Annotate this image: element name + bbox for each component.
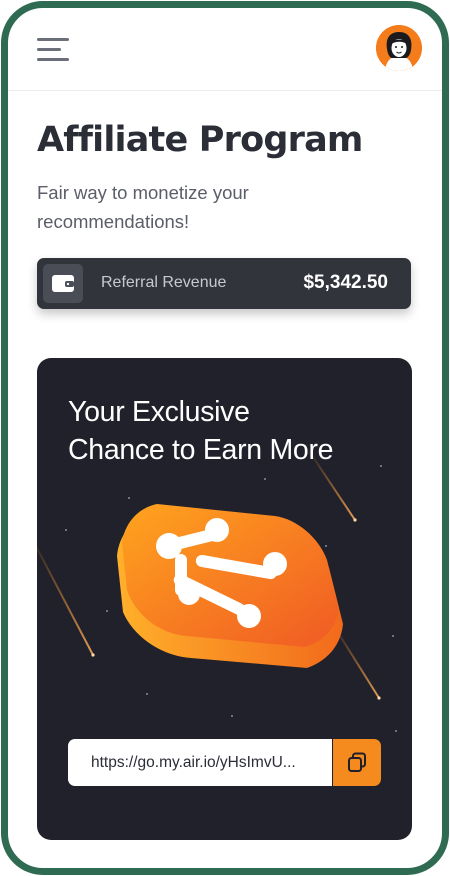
copy-link-button[interactable] — [333, 739, 381, 786]
page-subtitle: Fair way to monetize your recommendation… — [37, 182, 249, 232]
promo-title-line-1: Your Exclusive — [68, 396, 250, 428]
hamburger-menu-icon[interactable] — [37, 38, 69, 62]
copy-icon — [348, 752, 366, 772]
promo-title-line-2: Chance to Earn More — [68, 434, 334, 466]
promo-card: Your Exclusive Chance to Earn More https… — [37, 358, 412, 840]
promo-title: Your Exclusive Chance to Earn More — [68, 393, 388, 469]
top-bar — [8, 8, 442, 91]
referral-revenue-label: Referral Revenue — [101, 274, 227, 291]
referral-revenue-card: Referral Revenue $5,342.50 — [37, 258, 411, 309]
wallet-icon — [43, 264, 83, 303]
referral-link-row: https://go.my.air.io/yHsImvU... — [68, 739, 381, 786]
page-title: Affiliate Program — [37, 120, 363, 160]
referral-link-field[interactable]: https://go.my.air.io/yHsImvU... — [68, 739, 332, 786]
user-avatar-icon[interactable] — [376, 25, 422, 71]
phone-frame: Affiliate Program Fair way to monetize y… — [1, 1, 449, 875]
referral-revenue-value: $5,342.50 — [303, 272, 388, 293]
